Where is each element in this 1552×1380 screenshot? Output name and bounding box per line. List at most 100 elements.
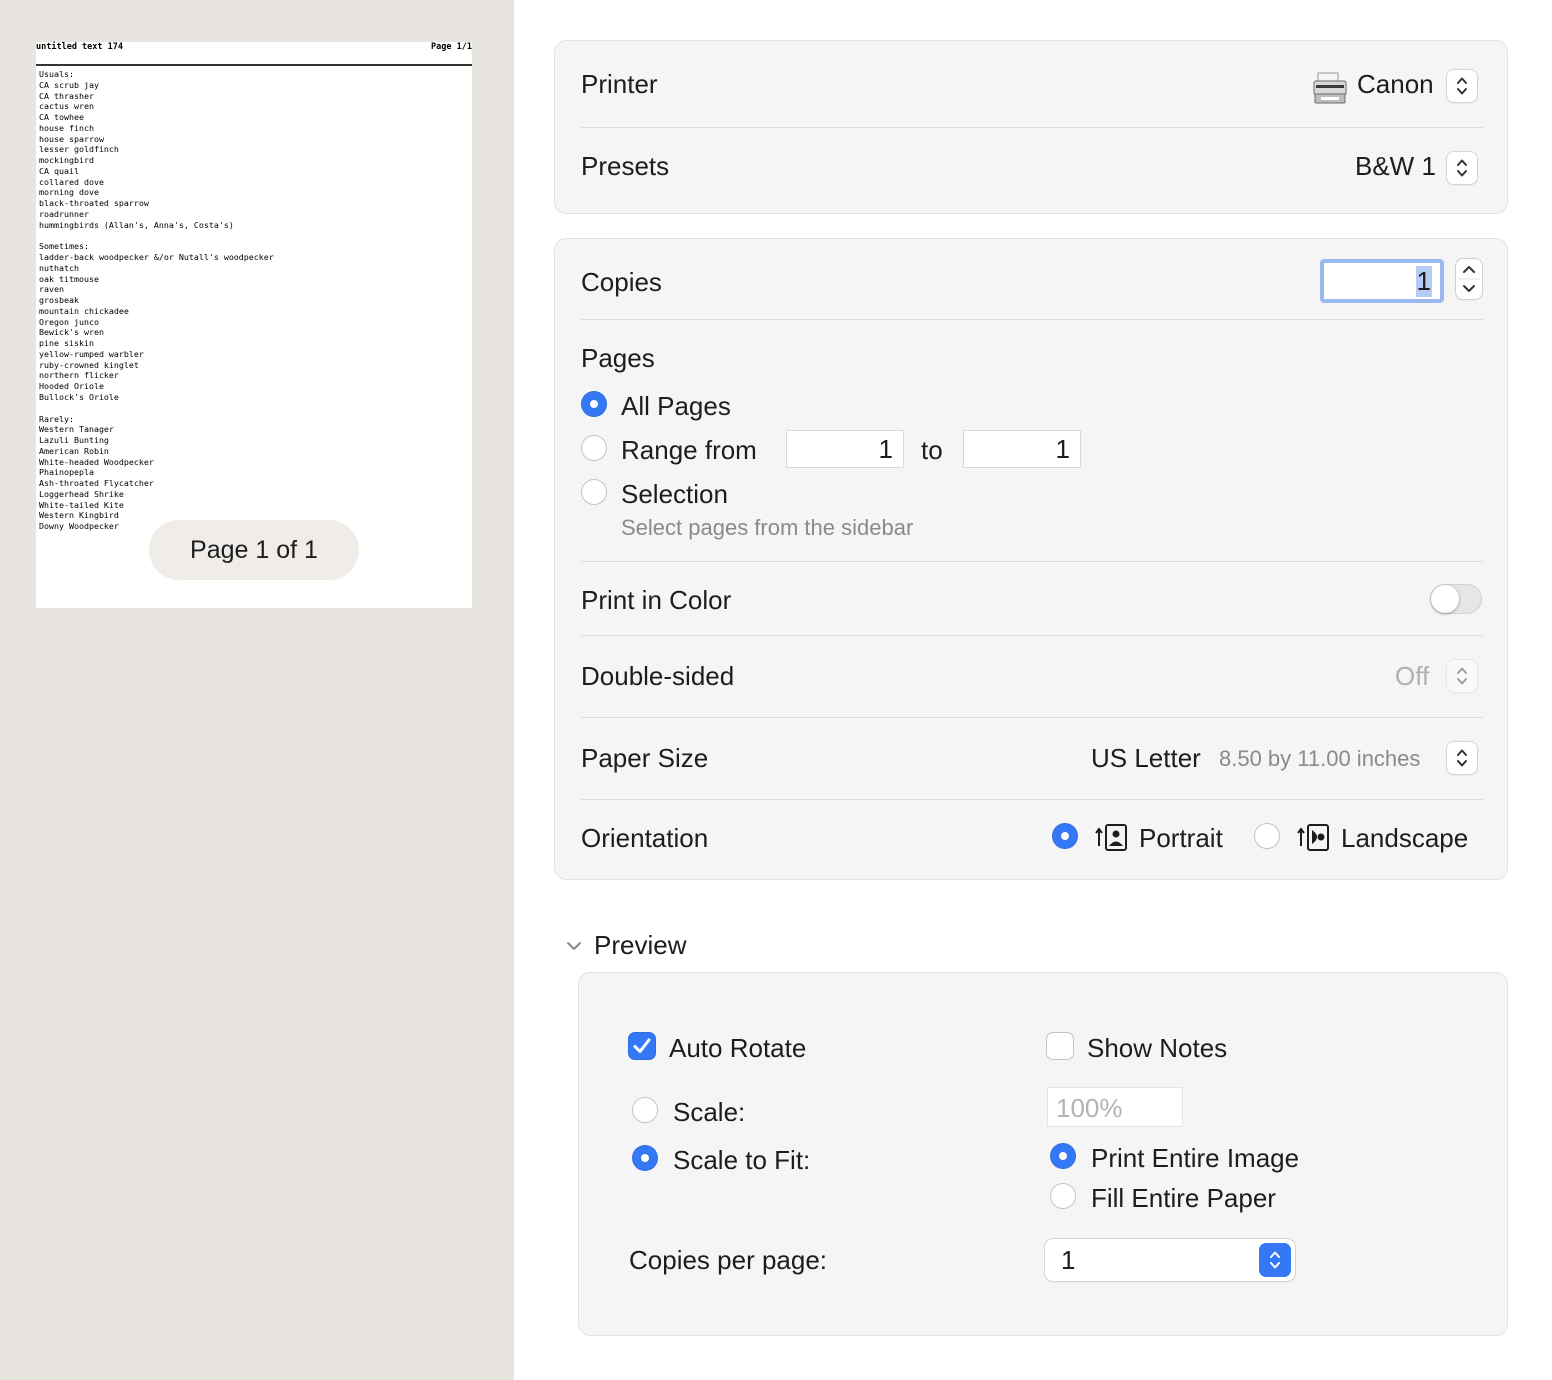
copies-per-page-value: 1 [1061,1245,1076,1275]
orientation-label: Orientation [581,823,709,853]
print-in-color-toggle[interactable] [1430,584,1482,614]
landscape-label[interactable]: Landscape [1341,823,1468,854]
paper-size-value[interactable]: US Letter [1091,743,1201,774]
landscape-icon [1297,822,1333,852]
print-in-color-label: Print in Color [581,585,732,615]
thumbnail-line: White-headed Woodpecker [39,456,154,467]
chevron-updown-icon [1457,159,1467,177]
thumbnail-line: nuthatch [39,262,79,273]
preview-disclosure-button[interactable]: Preview [562,930,722,962]
thumbnail-line: Bewick's wren [39,327,104,338]
paper-size-popup-button[interactable] [1447,742,1477,774]
presets-label: Presets [581,151,670,181]
thumbnail-line: hummingbirds (Allan's, Anna's, Costa's) [39,219,234,230]
thumbnail-line: mountain chickadee [39,305,129,316]
thumbnail-line: morning dove [39,187,99,198]
printer-label: Printer [581,69,658,99]
thumbnail-line: CA scrub jay [39,79,99,90]
stepper-arrows-icon [1458,266,1480,292]
thumbnail-line: Usuals: [39,69,74,79]
print-entire-image-radio[interactable] [1051,1144,1075,1168]
scale-input: 100% [1047,1087,1183,1127]
fill-entire-paper-radio[interactable] [1051,1184,1075,1208]
paper-size-dimensions: 8.50 by 11.00 inches [1219,746,1421,771]
paper-size-label: Paper Size [581,743,709,773]
range-from-label[interactable]: Range from [621,435,757,466]
preview-options-group: Auto Rotate Show Notes Scale: 100% Scale… [578,972,1508,1336]
thumbnail-line: cactus wren [39,101,94,112]
copies-value: 1 [1415,265,1432,297]
scale-to-fit-radio[interactable] [633,1146,657,1170]
page-indicator: Page 1 of 1 [149,520,359,580]
auto-rotate-checkbox[interactable] [629,1033,655,1059]
thumbnail-header: untitled text 174 Page 1/1 [36,42,472,66]
show-notes-label[interactable]: Show Notes [1087,1033,1227,1064]
portrait-label[interactable]: Portrait [1139,823,1223,854]
chevron-updown-icon [1259,1243,1291,1277]
thumbnail-line: ruby-crowned kinglet [39,359,139,370]
thumbnail-line: American Robin [39,445,109,456]
presets-value[interactable]: B&W 1 [1355,151,1436,182]
printer-value[interactable]: Canon [1357,69,1434,100]
divider [581,127,1483,128]
range-to-label: to [921,435,943,465]
all-pages-label[interactable]: All Pages [621,391,731,422]
thumbnail-line: Lazuli Bunting [39,435,109,446]
scale-label[interactable]: Scale: [673,1097,745,1128]
divider [581,799,1483,800]
copies-input[interactable]: 1 [1320,259,1444,303]
range-to-input[interactable]: 1 [963,430,1081,468]
landscape-radio[interactable] [1255,824,1279,848]
print-options-group: Copies 1 Pages All Pages Range from 1 to… [554,238,1508,880]
selection-label[interactable]: Selection [621,479,728,510]
thumbnail-line: White-tailed Kite [39,499,124,510]
thumbnail-text: Usuals: CA scrub jay CA thrasher cactus wre… [39,69,274,532]
auto-rotate-label[interactable]: Auto Rotate [669,1033,806,1064]
thumbnail-line: Sometimes: [39,241,89,252]
copies-per-page-popup[interactable]: 1 [1045,1239,1295,1281]
thumbnail-line: Ash-throated Flycatcher [39,478,154,489]
thumbnail-line: CA towhee [39,112,84,123]
chevron-updown-icon [1457,667,1467,685]
chevron-updown-icon [1457,77,1467,95]
thumbnail-line: yellow-rumped warbler [39,348,144,359]
range-radio[interactable] [582,436,606,460]
thumbnail-line: Hooded Oriole [39,381,104,392]
chevron-down-icon [567,942,581,950]
selection-radio[interactable] [582,480,606,504]
thumbnail-line: black-throated sparrow [39,198,149,209]
thumbnail-page-label: Page 1/1 [431,42,472,52]
printer-popup-button[interactable] [1447,70,1477,102]
portrait-radio[interactable] [1053,824,1077,848]
printer-icon [1313,71,1347,105]
thumbnail-line: roadrunner [39,208,89,219]
all-pages-radio[interactable] [582,392,606,416]
divider [581,561,1483,562]
thumbnail-line: pine siskin [39,338,94,349]
selection-hint: Select pages from the sidebar [621,515,914,540]
presets-popup-button[interactable] [1447,152,1477,184]
divider [581,635,1483,636]
printer-group: Printer Canon Presets B&W 1 [554,40,1508,214]
thumbnail-line: mockingbird [39,155,94,166]
thumbnail-line: Western Tanager [39,424,114,435]
fill-entire-paper-label[interactable]: Fill Entire Paper [1091,1183,1276,1214]
chevron-updown-icon [1457,749,1467,767]
scale-to-fit-label[interactable]: Scale to Fit: [673,1145,810,1176]
print-entire-image-label[interactable]: Print Entire Image [1091,1143,1299,1174]
copies-stepper[interactable] [1456,259,1482,299]
thumbnail-line [39,403,274,414]
thumbnail-line: collared dove [39,176,104,187]
pages-label: Pages [581,343,655,373]
thumbnail-line: CA thrasher [39,90,94,101]
thumbnail-line: lesser goldfinch [39,144,119,155]
show-notes-checkbox[interactable] [1047,1033,1073,1059]
divider [581,717,1483,718]
range-from-input[interactable]: 1 [786,430,904,468]
double-sided-label: Double-sided [581,661,735,691]
thumbnail-doc-title: untitled text 174 [36,42,123,52]
thumbnail-line: grosbeak [39,295,79,306]
preview-sidebar: untitled text 174 Page 1/1 Usuals: CA scr… [0,0,514,1380]
divider [581,319,1483,320]
scale-radio[interactable] [633,1098,657,1122]
